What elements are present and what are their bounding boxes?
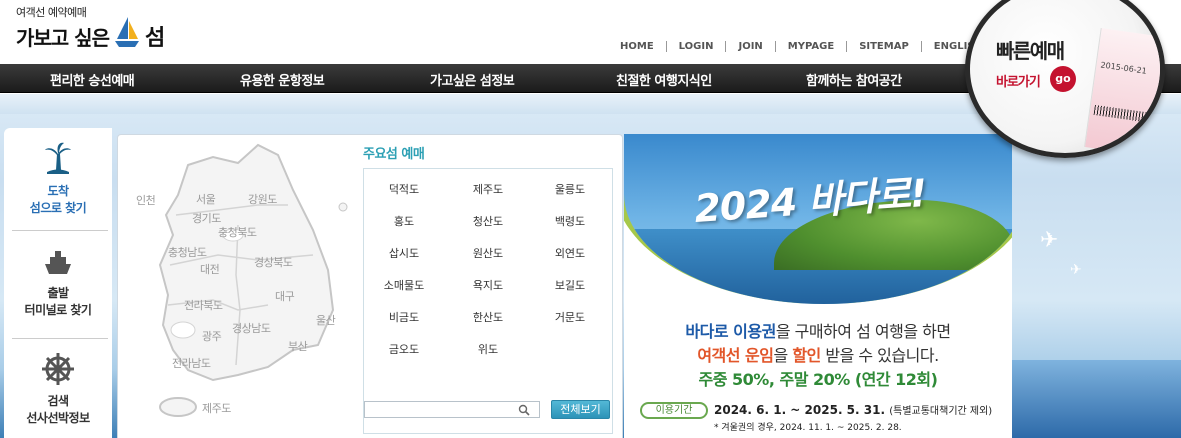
island-search-input[interactable] <box>364 401 540 418</box>
palm-tree-icon <box>45 142 71 174</box>
region-ulsan[interactable]: 울산 <box>316 312 336 328</box>
region-daejeon[interactable]: 대전 <box>200 261 220 277</box>
ship-wheel-icon <box>42 353 74 385</box>
logo-subtitle: 여객선 예약예매 <box>16 6 87 19</box>
island-item[interactable]: 덕적도 <box>364 181 444 197</box>
island-item[interactable]: 비금도 <box>364 309 444 325</box>
region-jeonbuk[interactable]: 전라북도 <box>184 297 223 313</box>
divider <box>12 338 108 339</box>
quick-go-label: 바로가기 <box>996 75 1041 90</box>
sidebar-item-island[interactable]: 도착 섬으로 찾기 <box>12 140 104 216</box>
promo-banner[interactable]: 2024 바다로! 바다로 이용권을 구매하여 섬 여행을 하면 여객선 운임을… <box>624 134 1012 438</box>
banner-discount: 주중 50%, 주말 20% (연간 12회) <box>698 370 938 389</box>
sidebar-item-ship-search[interactable]: 검색 선사선박정보 <box>12 352 104 426</box>
region-daegu[interactable]: 대구 <box>275 288 295 304</box>
region-busan[interactable]: 부산 <box>288 338 308 354</box>
period-text: 2024. 6. 1. ~ 2025. 5. 31. (특별교통대책기간 제외) <box>714 403 993 417</box>
island-item[interactable]: 위도 <box>448 341 528 357</box>
menu-operation-info[interactable]: 유용한 운항정보 <box>240 70 325 89</box>
island-item[interactable]: 한산도 <box>448 309 528 325</box>
quick-title: 빠른예매 <box>996 39 1065 63</box>
korea-map[interactable] <box>118 135 358 435</box>
region-chungnam[interactable]: 충청남도 <box>168 244 207 260</box>
island-item[interactable]: 제주도 <box>448 181 528 197</box>
island-item[interactable]: 금오도 <box>364 341 444 357</box>
island-item[interactable]: 거문도 <box>530 309 610 325</box>
island-item[interactable]: 삽시도 <box>364 245 444 261</box>
sidebar-item-terminal[interactable]: 출발 터미널로 찾기 <box>12 248 104 318</box>
logo-title-end: 섬 <box>144 26 165 51</box>
island-map-panel: 인천 서울 강원도 경기도 충청북도 충청남도 대전 경상북도 대구 전라북도 … <box>117 134 623 438</box>
region-gyeongnam[interactable]: 경상남도 <box>232 320 271 336</box>
island-item[interactable]: 보길도 <box>530 277 610 293</box>
menu-travel-knowledge[interactable]: 친절한 여행지식인 <box>616 70 712 89</box>
utility-nav: HOME LOGIN JOIN MYPAGE SITEMAP ENGLISH <box>608 41 995 52</box>
banner-line1: 바다로 이용권을 구매하여 섬 여행을 하면 <box>685 322 951 341</box>
menu-community[interactable]: 함께하는 참여공간 <box>806 70 902 89</box>
island-item[interactable]: 백령도 <box>530 213 610 229</box>
site-logo[interactable]: 여객선 예약예매 가보고 싶은 섬 <box>16 4 165 52</box>
island-list: 덕적도 제주도 울릉도 홍도 청산도 백령도 삽시도 원산도 외연도 소매물도 … <box>363 168 613 434</box>
nav-home[interactable]: HOME <box>608 41 667 52</box>
view-all-button[interactable]: 전체보기 <box>551 400 610 419</box>
nav-mypage[interactable]: MYPAGE <box>776 41 848 52</box>
period-badge: 이용기간 <box>640 402 708 419</box>
banner-line2: 여객선 운임을 할인 받을 수 있습니다. <box>697 346 939 365</box>
ticket-image: 2015-06-21 <box>1084 28 1160 153</box>
sidebar: 도착 섬으로 찾기 출발 터미널로 찾기 검색 선사선박정보 <box>4 128 112 438</box>
island-item[interactable]: 울릉도 <box>530 181 610 197</box>
barcode-icon <box>1093 104 1160 125</box>
region-gyeonggi[interactable]: 경기도 <box>192 210 221 226</box>
nav-login[interactable]: LOGIN <box>667 41 727 52</box>
period-note: * 겨울권의 경우, 2024. 11. 1. ~ 2025. 2. 28. <box>714 423 902 433</box>
region-chungbuk[interactable]: 충청북도 <box>218 224 257 240</box>
search-icon[interactable] <box>518 404 530 416</box>
region-jeonnam[interactable]: 전라남도 <box>172 355 211 371</box>
go-button[interactable]: go <box>1050 66 1076 92</box>
island-list-title: 주요섬 예매 <box>363 147 425 162</box>
sea-background <box>1012 360 1181 438</box>
island-item[interactable]: 홍도 <box>364 213 444 229</box>
region-seoul[interactable]: 서울 <box>196 191 216 207</box>
nav-sitemap[interactable]: SITEMAP <box>847 41 922 52</box>
island-item[interactable]: 외연도 <box>530 245 610 261</box>
seagull-icon: ✈ <box>1040 228 1059 253</box>
divider <box>12 230 108 231</box>
logo-title: 가보고 싶은 <box>16 25 110 50</box>
island-item[interactable]: 청산도 <box>448 213 528 229</box>
sail-icon <box>114 17 139 47</box>
island-item[interactable]: 소매물도 <box>364 277 444 293</box>
region-gwangju[interactable]: 광주 <box>202 328 222 344</box>
island-item[interactable]: 원산도 <box>448 245 528 261</box>
menu-island-info[interactable]: 가고싶은 섬정보 <box>430 70 515 89</box>
region-gangwon[interactable]: 강원도 <box>248 191 277 207</box>
region-incheon[interactable]: 인천 <box>136 192 156 208</box>
nav-join[interactable]: JOIN <box>726 41 776 52</box>
ship-icon <box>45 251 71 274</box>
region-jeju[interactable]: 제주도 <box>202 400 231 416</box>
region-gyeongbuk[interactable]: 경상북도 <box>254 254 293 270</box>
island-item[interactable]: 욕지도 <box>448 277 528 293</box>
menu-reservation[interactable]: 편리한 승선예매 <box>50 70 135 89</box>
seagull-icon: ✈ <box>1070 262 1082 278</box>
